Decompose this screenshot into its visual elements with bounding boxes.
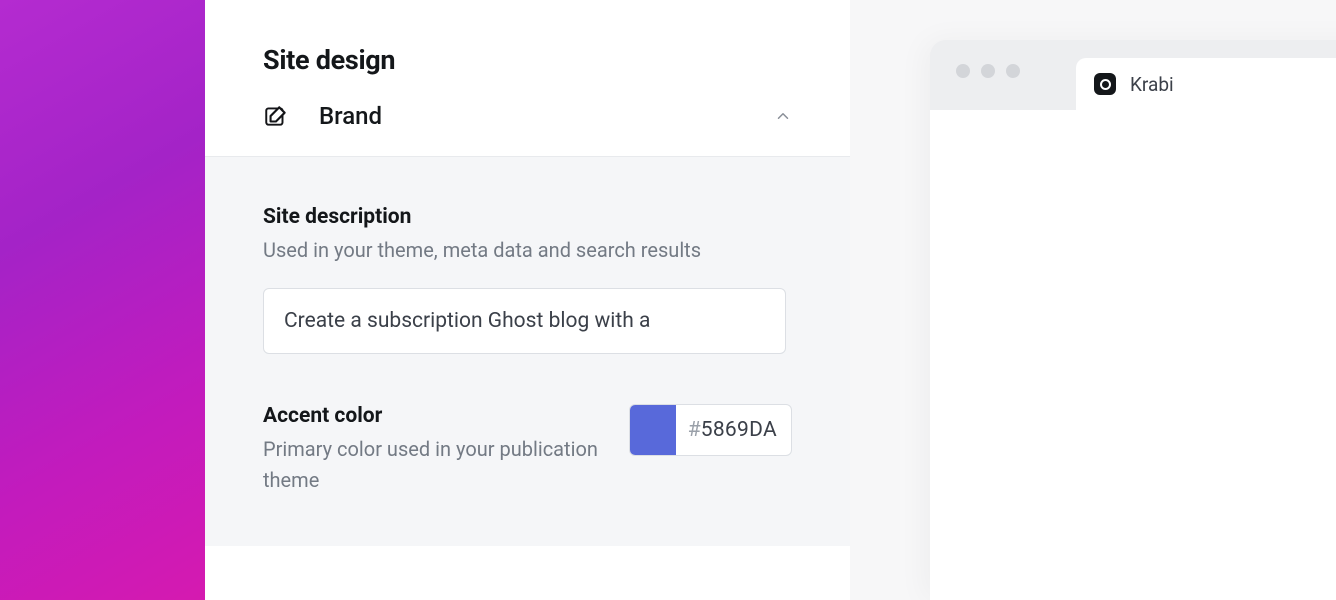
preview-area: Krabi xyxy=(850,0,1336,600)
chevron-up-icon xyxy=(774,107,792,125)
accent-color-hex[interactable]: 5869DA xyxy=(701,418,791,442)
browser-viewport xyxy=(930,110,1336,600)
page-title: Site design xyxy=(263,44,792,76)
edit-icon xyxy=(263,103,289,129)
accent-color-labels: Accent color Primary color used in your … xyxy=(263,404,629,496)
window-controls xyxy=(956,64,1020,78)
brand-settings-body: Site description Used in your theme, met… xyxy=(205,156,850,546)
window-minimize-dot xyxy=(981,64,995,78)
app-sidebar-background xyxy=(0,0,205,600)
favicon-icon xyxy=(1094,73,1116,95)
browser-preview: Krabi xyxy=(930,40,1336,600)
browser-tab[interactable]: Krabi xyxy=(1076,58,1336,110)
accent-color-title: Accent color xyxy=(263,404,609,428)
site-description-title: Site description xyxy=(263,205,792,229)
site-description-input[interactable] xyxy=(263,288,786,354)
accent-color-picker[interactable]: # 5869DA xyxy=(629,404,792,456)
brand-section-toggle[interactable]: Brand xyxy=(205,76,850,156)
window-close-dot xyxy=(956,64,970,78)
window-maximize-dot xyxy=(1006,64,1020,78)
brand-section-label: Brand xyxy=(319,102,382,130)
accent-color-row: Accent color Primary color used in your … xyxy=(263,404,792,496)
browser-tab-title: Krabi xyxy=(1130,73,1174,96)
accent-color-help: Primary color used in your publication t… xyxy=(263,434,609,496)
design-settings-panel: Site design Brand Site description Used … xyxy=(205,0,850,600)
site-description-help: Used in your theme, meta data and search… xyxy=(263,235,792,266)
color-swatch[interactable] xyxy=(630,404,676,456)
panel-header: Site design xyxy=(205,0,850,76)
hash-symbol: # xyxy=(676,418,701,442)
